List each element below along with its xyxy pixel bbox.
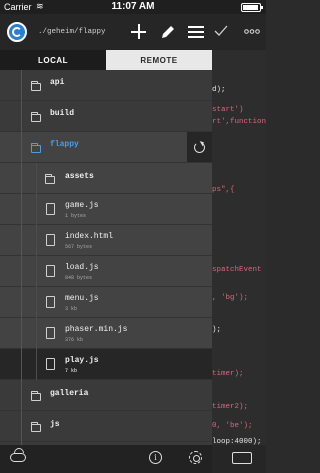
tree-row-play-js[interactable]: play.js 7 kb <box>0 349 212 380</box>
tree-item-label: assets <box>65 172 94 181</box>
tree-item-label: build <box>50 109 75 118</box>
tree-item-label: play.js <box>65 356 99 365</box>
cloud-icon[interactable] <box>10 453 26 462</box>
file-size: 376 kb <box>65 337 84 343</box>
tab-remote[interactable]: REMOTE <box>106 50 212 70</box>
file-tree: api build flappy assets game.js 1 bytes … <box>0 70 212 445</box>
tree-item-label: phaser.min.js <box>65 325 128 334</box>
location-tabs: LOCAL REMOTE <box>0 50 212 70</box>
file-size: 3 kb <box>65 306 78 312</box>
status-time: 11:07 AM <box>111 1 155 12</box>
battery-icon <box>241 3 263 12</box>
tree-row-assets[interactable]: assets <box>0 163 212 194</box>
tree-row-js[interactable]: js <box>0 411 212 442</box>
tree-row-load-js[interactable]: load.js 848 bytes <box>0 256 212 287</box>
code-line: , 'bg'); <box>212 294 249 302</box>
file-icon <box>46 327 55 339</box>
gear-icon[interactable] <box>189 451 202 464</box>
file-icon <box>46 234 55 246</box>
tree-item-label: load.js <box>65 263 99 272</box>
info-icon[interactable]: i <box>149 451 162 464</box>
status-bar: Carrier ≋ 11:07 AM <box>0 0 266 14</box>
keyboard-icon[interactable] <box>232 452 252 464</box>
file-size: 7 kb <box>65 368 78 374</box>
tree-item-label: game.js <box>65 201 99 210</box>
file-icon <box>46 358 55 370</box>
refresh-icon[interactable] <box>187 132 212 162</box>
tree-row-galleria[interactable]: galleria <box>0 380 212 411</box>
tree-row-phaser-min-js[interactable]: phaser.min.js 376 kb <box>0 318 212 349</box>
code-editor[interactable]: board.addKeyd);start')rt',functionps",{s… <box>212 14 266 445</box>
tree-item-label: galleria <box>50 389 89 398</box>
folder-icon <box>30 81 41 91</box>
file-size: 567 bytes <box>65 244 93 250</box>
code-line: d); <box>212 86 226 94</box>
tree-item-label: api <box>50 78 65 87</box>
tree-guide-line <box>21 70 22 445</box>
tab-local[interactable]: LOCAL <box>0 50 106 70</box>
drawer-bottom-bar: i <box>0 445 212 473</box>
more-icon[interactable] <box>244 29 260 34</box>
code-line: ); <box>212 326 222 334</box>
code-line: timer); <box>212 370 244 378</box>
folder-icon <box>30 112 41 122</box>
tree-item-label: js <box>50 420 60 429</box>
file-size: 848 bytes <box>65 275 93 281</box>
tree-row-api[interactable]: api <box>0 70 212 101</box>
tree-row-flappy[interactable]: flappy <box>0 132 212 163</box>
checkmark-icon[interactable] <box>214 25 228 37</box>
add-icon[interactable] <box>129 22 149 42</box>
app-logo-icon[interactable] <box>7 22 27 42</box>
drawer-header: ./geheim/flappy <box>0 14 212 50</box>
tree-guide-line <box>36 163 37 380</box>
folder-icon <box>30 391 41 401</box>
code-line: ps",{ <box>212 186 235 194</box>
tree-row-menu-js[interactable]: menu.js 3 kb <box>0 287 212 318</box>
tree-row-game-js[interactable]: game.js 1 bytes <box>0 194 212 225</box>
code-line: start') <box>212 106 244 114</box>
editor-toolbar <box>212 14 266 50</box>
file-icon <box>46 265 55 277</box>
file-icon <box>46 296 55 308</box>
file-icon <box>46 203 55 215</box>
code-line: rt',function <box>212 118 266 126</box>
tree-row-build[interactable]: build <box>0 101 212 132</box>
folder-open-icon <box>30 143 41 153</box>
folder-icon <box>30 422 41 432</box>
code-line: timer2); <box>212 403 249 411</box>
file-size: 1 bytes <box>65 213 87 219</box>
menu-icon[interactable] <box>186 22 206 42</box>
code-line: 0, 'be'); <box>212 422 253 430</box>
folder-icon <box>44 174 55 184</box>
current-path: ./geheim/flappy <box>38 28 106 36</box>
tree-item-label: flappy <box>50 140 79 149</box>
tree-item-label: index.html <box>65 232 114 241</box>
tree-item-label: menu.js <box>65 294 99 303</box>
code-line: loop:4000); <box>212 438 262 445</box>
pencil-icon[interactable] <box>158 22 178 42</box>
tree-row-index-html[interactable]: index.html 567 bytes <box>0 225 212 256</box>
code-line: spatchEvent <box>212 266 262 274</box>
